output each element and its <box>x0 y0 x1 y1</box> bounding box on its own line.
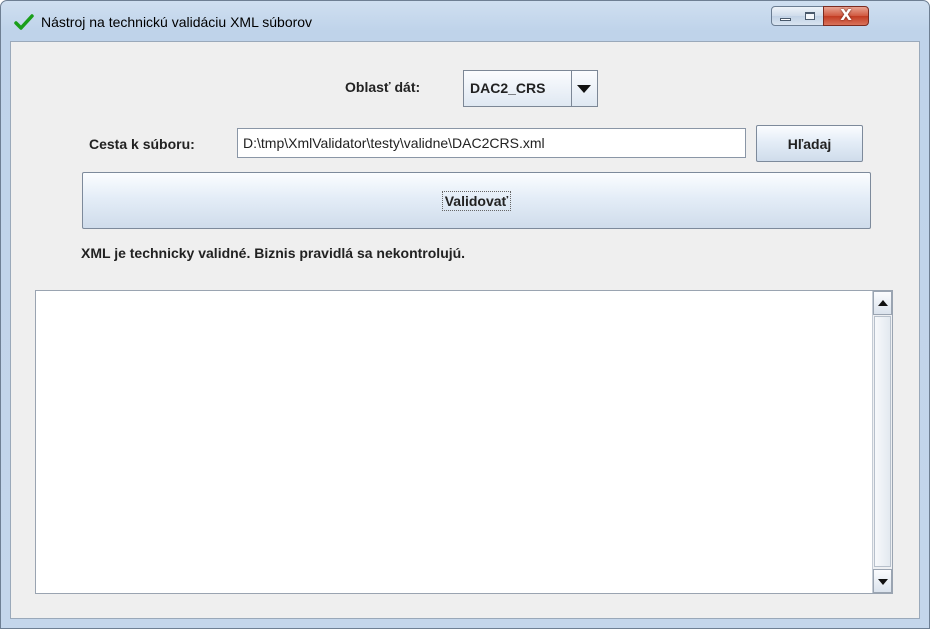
arrow-up-icon <box>878 300 888 306</box>
browse-button[interactable]: Hľadaj <box>756 125 863 162</box>
chevron-down-icon[interactable] <box>577 85 591 93</box>
combo-divider <box>571 71 572 106</box>
validate-button-label: Validovať <box>441 190 512 211</box>
area-selected-value: DAC2_CRS <box>470 80 546 96</box>
maximize-icon <box>805 12 815 20</box>
close-icon: X <box>840 6 852 24</box>
vertical-scrollbar[interactable] <box>872 291 892 593</box>
app-window: Nástroj na technickú validáciu XML súbor… <box>0 0 930 629</box>
path-input[interactable] <box>237 128 746 158</box>
client-area: Oblasť dát: DAC2_CRS Cesta k súboru: Hľa… <box>10 41 920 619</box>
scroll-thumb[interactable] <box>874 316 891 567</box>
title-bar[interactable]: Nástroj na technickú validáciu XML súbor… <box>1 1 929 41</box>
window-title: Nástroj na technickú validáciu XML súbor… <box>41 14 313 30</box>
checkmark-icon <box>14 14 34 30</box>
output-textarea[interactable] <box>35 290 893 594</box>
path-label: Cesta k súboru: <box>89 136 195 152</box>
scroll-down-button[interactable] <box>873 569 892 593</box>
scroll-up-button[interactable] <box>873 291 892 315</box>
area-combobox[interactable]: DAC2_CRS <box>463 70 598 107</box>
area-label: Oblasť dát: <box>345 79 421 95</box>
status-message: XML je technicky validné. Biznis pravidl… <box>81 245 466 261</box>
close-button[interactable]: X <box>823 6 869 26</box>
arrow-down-icon <box>878 579 888 585</box>
minimize-button[interactable] <box>771 6 799 26</box>
maximize-button[interactable] <box>798 6 824 26</box>
minimize-icon <box>780 18 791 21</box>
validate-button[interactable]: Validovať <box>82 172 871 229</box>
